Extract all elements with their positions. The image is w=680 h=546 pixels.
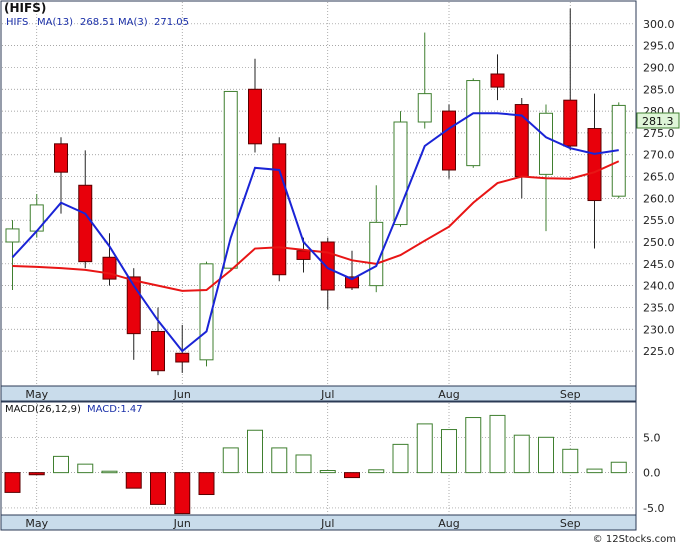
stock-chart: 300.0295.0290.0285.0280.0275.0270.0265.0… [0, 0, 680, 545]
macd-bar-positive [562, 448, 579, 474]
macd-bar-positive [77, 463, 94, 474]
macd-bar-positive [441, 429, 457, 474]
candle-body [296, 250, 311, 260]
macd-bar-positive [538, 436, 554, 474]
macd-bar-positive [368, 469, 385, 474]
price-tick-label: 245.0 [643, 258, 675, 271]
month-label: Aug [438, 388, 459, 401]
macd-value-label: MACD:1.47 [87, 404, 143, 415]
price-tick-label: 295.0 [643, 40, 675, 53]
price-tick-label: 290.0 [643, 61, 675, 74]
price-tick-label: 285.0 [643, 83, 675, 96]
macd-bar-positive [271, 447, 288, 474]
candle-down [442, 104, 456, 179]
macd-tick-label: -5.0 [643, 502, 664, 515]
month-label: May [25, 517, 48, 530]
legend-ma3-value: 271.05 [154, 17, 189, 28]
legend-ma13: MA(13) [37, 17, 73, 28]
macd-bar-positive [586, 468, 603, 474]
macd-bar-positive [465, 417, 482, 474]
watermark: © 12Stocks.com [593, 534, 676, 545]
candle-body [587, 128, 602, 202]
month-label: Sep [560, 388, 581, 401]
last-price-value: 281.3 [642, 115, 674, 128]
macd-bar-positive [222, 447, 239, 474]
macd-tick-label: 5.0 [643, 431, 661, 444]
price-date-band [0, 385, 637, 402]
candle-body [78, 184, 93, 263]
candle-body [442, 110, 456, 171]
candle-body [102, 256, 117, 280]
price-tick-label: 260.0 [643, 192, 675, 205]
candle-body [490, 73, 505, 88]
macd-bar-positive [610, 461, 627, 474]
legend-ma13-value: 268.51 [80, 17, 115, 28]
candle-body [223, 90, 238, 269]
month-label: Jun [173, 388, 191, 401]
month-label: Jun [173, 517, 191, 530]
macd-axis: 5.0 0.0 -5.0 [643, 431, 664, 515]
macd-bar-negative [28, 472, 45, 476]
macd-bar-positive [53, 455, 69, 474]
price-tick-label: 225.0 [643, 345, 675, 358]
month-label: May [25, 388, 48, 401]
candle-body [539, 112, 553, 175]
price-tick-label: 250.0 [643, 236, 675, 249]
legend-ma3: MA(3) [118, 17, 148, 28]
macd-bar-negative [150, 472, 166, 505]
month-label: Aug [438, 517, 459, 530]
candle-body [272, 143, 287, 276]
candle-up [466, 78, 481, 168]
month-label: Jul [320, 517, 334, 530]
price-tick-label: 300.0 [643, 18, 675, 31]
price-tick-label: 270.0 [643, 149, 675, 162]
macd-date-band [0, 514, 637, 531]
month-label: Sep [560, 517, 581, 530]
price-axis: 300.0295.0290.0285.0280.0275.0270.0265.0… [643, 18, 675, 358]
month-label: Jul [320, 388, 334, 401]
last-price-tag: 281.3 [636, 112, 680, 129]
macd-bar-positive [489, 414, 506, 474]
candle-body [175, 352, 190, 363]
candle-body [320, 241, 335, 291]
candle-body [248, 88, 262, 145]
candle-body [563, 99, 578, 147]
candle-body [54, 143, 68, 173]
price-tick-label: 235.0 [643, 301, 675, 314]
ticker-title: (HIFS) [4, 1, 46, 15]
price-tick-label: 255.0 [643, 214, 675, 227]
price-tick-label: 240.0 [643, 280, 675, 293]
macd-bar-negative [174, 472, 191, 515]
price-panel [0, 0, 637, 402]
candle-body [466, 80, 481, 167]
macd-bar-negative [4, 472, 21, 493]
macd-bar-negative [125, 472, 142, 489]
macd-bar-positive [416, 423, 433, 474]
price-tick-label: 275.0 [643, 127, 675, 140]
macd-bar-positive [513, 434, 530, 474]
macd-bar-positive [392, 443, 409, 474]
macd-bar-positive [319, 470, 336, 474]
legend-price: HIFS [6, 17, 28, 28]
price-tick-label: 230.0 [643, 323, 675, 336]
macd-bar-positive [101, 470, 118, 474]
macd-tick-label: 0.0 [643, 467, 661, 480]
price-tick-label: 265.0 [643, 171, 675, 184]
candle-body [417, 93, 432, 123]
candle-down [272, 137, 287, 282]
candle-up [223, 90, 238, 271]
macd-bar-negative [198, 472, 215, 496]
candle-body [151, 330, 165, 372]
macd-label: MACD(26,12,9) [5, 404, 81, 415]
candle-body [5, 228, 20, 243]
macd-bar-positive [247, 429, 263, 474]
macd-bar-negative [344, 472, 360, 479]
macd-bar-positive [295, 454, 312, 474]
